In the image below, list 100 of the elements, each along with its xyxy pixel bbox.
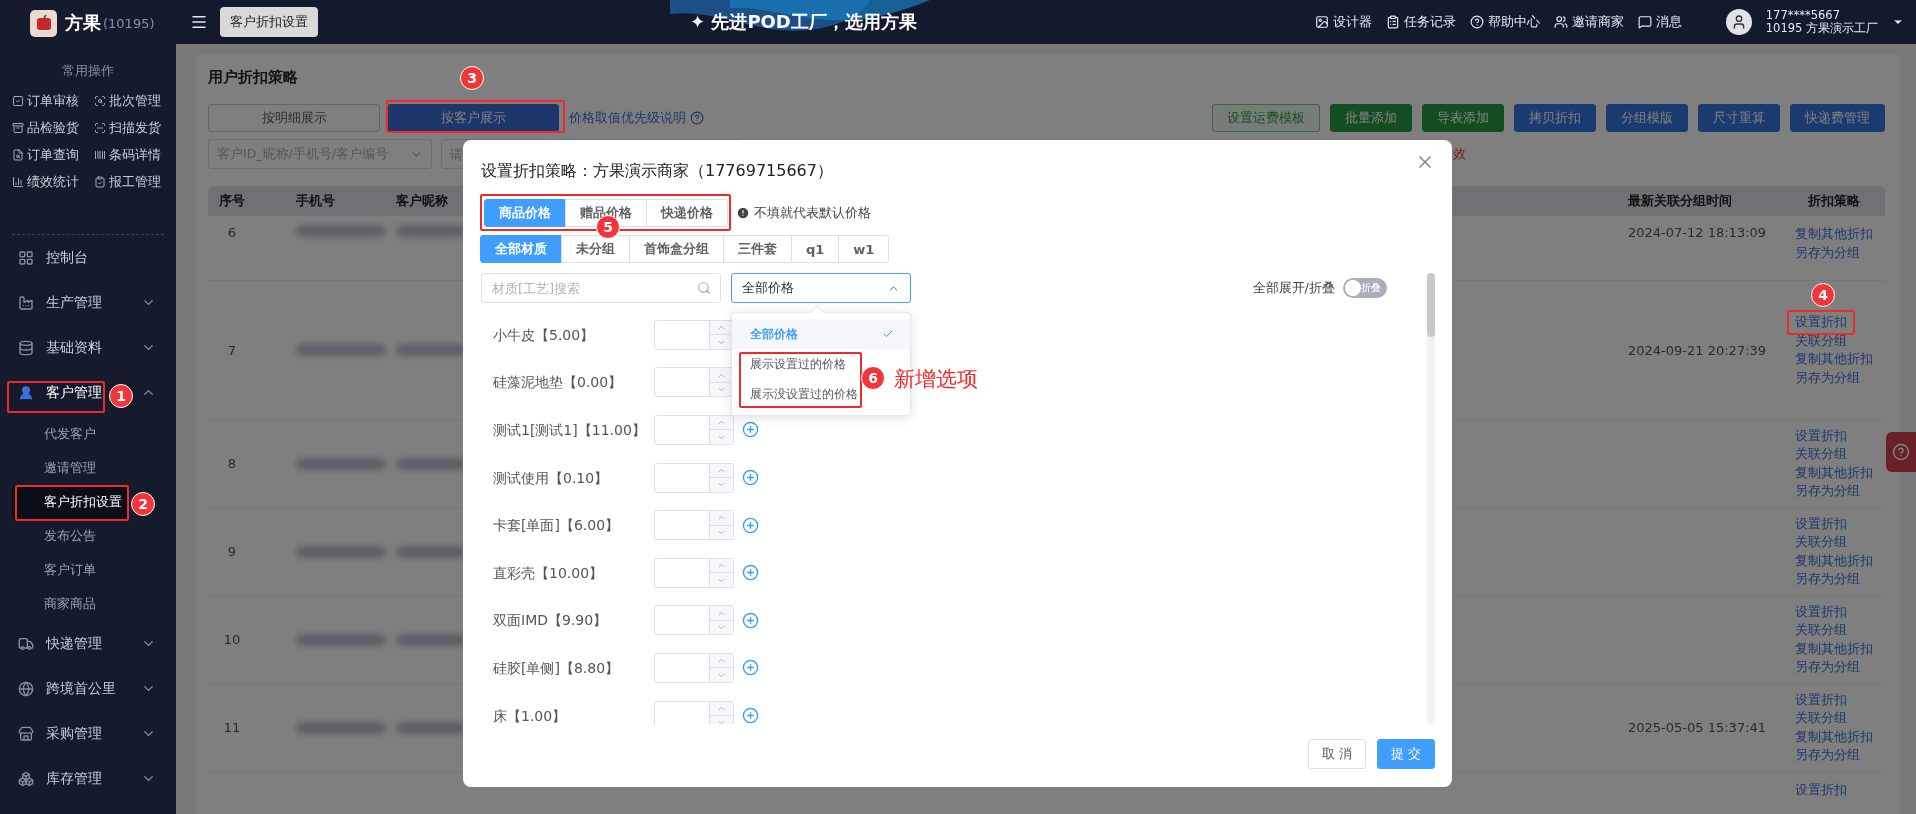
- quick-action-link[interactable]: 品检验货: [12, 118, 94, 137]
- header-link[interactable]: 任务记录: [1385, 13, 1456, 31]
- nav-item[interactable]: 跨境首公里: [46, 679, 116, 696]
- increment-button[interactable]: [710, 606, 733, 621]
- number-field[interactable]: [654, 652, 734, 683]
- blurred-text: [396, 457, 466, 470]
- quick-action-link[interactable]: 批次管理: [94, 91, 176, 110]
- scrollbar[interactable]: [1427, 273, 1435, 724]
- number-field[interactable]: [654, 319, 734, 350]
- add-icon[interactable]: [742, 564, 759, 582]
- nav-item[interactable]: 库存管理: [46, 769, 102, 786]
- blurred-text: [396, 633, 466, 646]
- decrement-button[interactable]: [710, 478, 733, 492]
- nav-item[interactable]: 客户管理: [46, 383, 102, 400]
- number-field[interactable]: [654, 605, 734, 636]
- clipboard-icon: [1385, 15, 1400, 29]
- search-field[interactable]: 材质[工艺]搜索: [481, 273, 721, 303]
- nav-subitem[interactable]: 代发客户: [12, 417, 129, 451]
- number-field[interactable]: [654, 700, 734, 724]
- add-icon[interactable]: [742, 516, 759, 534]
- avatar-icon[interactable]: [1725, 9, 1752, 35]
- slogan: ✦ 先进POD工厂，选用方果: [690, 10, 917, 34]
- nav-item[interactable]: 基础资料: [46, 338, 102, 355]
- group-tab[interactable]: 未分组: [561, 235, 630, 263]
- blurred-text: [396, 721, 466, 734]
- nav-subitem[interactable]: 商家商品: [12, 587, 129, 621]
- number-field[interactable]: [654, 510, 734, 541]
- scrollbar-thumb[interactable]: [1427, 273, 1435, 337]
- increment-button[interactable]: [710, 511, 733, 526]
- table-cell-text: 2025-05-05 15:37:41: [1627, 720, 1768, 735]
- users-icon: [1553, 15, 1568, 29]
- chevron-up-icon: [717, 561, 726, 570]
- quick-action-link[interactable]: 条码详情: [94, 145, 176, 164]
- quick-action-link[interactable]: 报工管理: [94, 172, 176, 191]
- quick-action-link[interactable]: 绩效统计: [12, 172, 94, 191]
- price-filter-select[interactable]: 全部价格: [731, 273, 911, 303]
- number-field[interactable]: [654, 462, 734, 493]
- decrement-button[interactable]: [710, 573, 733, 587]
- menu-icon[interactable]: [190, 13, 208, 31]
- header-link[interactable]: 邀请商家: [1553, 13, 1624, 31]
- help-icon[interactable]: [690, 111, 704, 125]
- number-field[interactable]: [654, 557, 734, 588]
- header-link[interactable]: 设计器: [1314, 13, 1372, 31]
- decrement-button[interactable]: [710, 430, 733, 444]
- clipboard-check-icon: [94, 175, 106, 188]
- group-tab[interactable]: 首饰盒分组: [629, 235, 724, 263]
- page-tab[interactable]: 客户折扣设置: [220, 7, 318, 37]
- search-icon: [697, 281, 711, 295]
- increment-button[interactable]: [710, 416, 733, 431]
- document-search-icon: [12, 148, 24, 161]
- add-icon[interactable]: [742, 611, 759, 629]
- number-field[interactable]: [654, 367, 734, 398]
- group-tab[interactable]: q1: [791, 235, 840, 263]
- quick-action-link[interactable]: 订单查询: [12, 145, 94, 164]
- decrement-button[interactable]: [710, 668, 733, 682]
- cancel-button[interactable]: 取 消: [1308, 739, 1366, 769]
- nav-subitem[interactable]: 发布公告: [12, 519, 129, 553]
- brand-name: 方果: [65, 11, 101, 35]
- nav-item[interactable]: 生产管理: [46, 293, 102, 310]
- increment-button[interactable]: [710, 463, 733, 479]
- price-tab[interactable]: 快递价格: [646, 199, 728, 227]
- increment-button[interactable]: [710, 320, 733, 336]
- material-label: 双面IMD【9.90】: [493, 612, 609, 629]
- blurred-text: [396, 225, 466, 237]
- material-label: 测试使用【0.10】: [493, 469, 610, 486]
- nav-item[interactable]: 快递管理: [46, 634, 102, 651]
- row-number: 11: [222, 720, 242, 735]
- message-icon: [1637, 15, 1652, 29]
- add-icon[interactable]: [742, 707, 759, 724]
- switch-knob: [1345, 280, 1361, 296]
- nav-subitem[interactable]: 邀请管理: [12, 451, 129, 485]
- add-icon[interactable]: [742, 659, 759, 677]
- group-tab[interactable]: 三件套: [723, 235, 792, 263]
- quick-action-link[interactable]: 扫描发货: [94, 118, 176, 137]
- increment-button[interactable]: [710, 368, 733, 383]
- nav-item[interactable]: 控制台: [46, 248, 88, 265]
- nav-subitem[interactable]: 客户折扣设置: [12, 485, 129, 519]
- group-tab[interactable]: w1: [838, 235, 890, 263]
- account-id: (10195): [103, 15, 155, 31]
- help-tab[interactable]: [1886, 432, 1916, 472]
- header-link[interactable]: 帮助中心: [1469, 13, 1540, 31]
- material-label: 硅胶[单侧]【8.80】: [493, 659, 621, 676]
- material-label: 直彩壳【10.00】: [493, 564, 605, 581]
- row-number: 10: [222, 632, 242, 647]
- header-link[interactable]: 消息: [1637, 13, 1682, 31]
- row-number: 8: [226, 456, 238, 471]
- number-field[interactable]: [654, 415, 734, 445]
- nav-subitem[interactable]: 客户订单: [12, 553, 129, 587]
- view-tab[interactable]: 按明细展示: [208, 104, 380, 132]
- check-icon: [882, 328, 894, 340]
- nav-item[interactable]: 采购管理: [46, 724, 102, 741]
- decrement-button[interactable]: [710, 335, 733, 349]
- increment-button[interactable]: [710, 653, 733, 669]
- add-icon[interactable]: [742, 469, 759, 487]
- increment-button[interactable]: [710, 701, 733, 717]
- add-icon[interactable]: [742, 421, 759, 439]
- increment-button[interactable]: [710, 558, 733, 574]
- blurred-text: [396, 344, 466, 356]
- quick-action-link[interactable]: 订单审核: [12, 91, 94, 110]
- user-icon: [18, 384, 34, 401]
